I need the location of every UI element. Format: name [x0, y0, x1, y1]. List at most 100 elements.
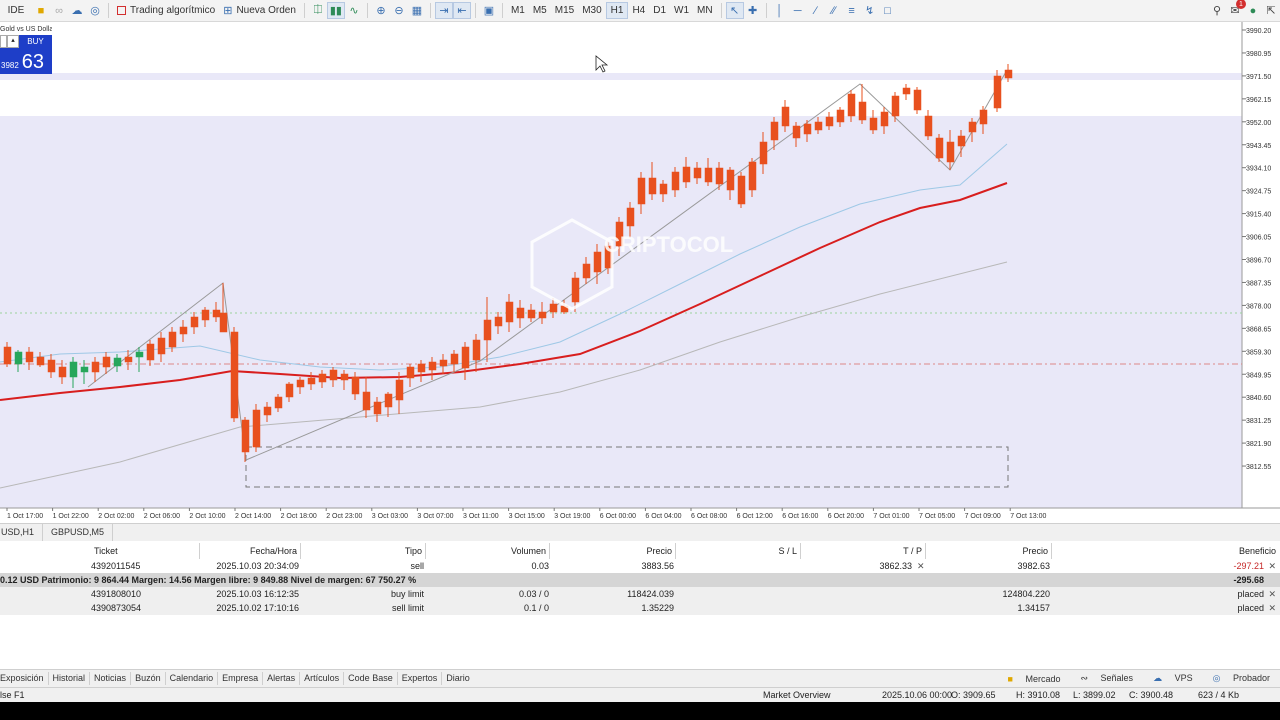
lock-icon[interactable]: ■	[32, 2, 50, 19]
order-row[interactable]: 4390873054 2025.10.02 17:10:16 sell limi…	[0, 601, 1280, 615]
market-button[interactable]: ■ Mercado	[998, 674, 1071, 684]
cloud-icon[interactable]: ☁	[68, 2, 86, 19]
fibonacci-icon[interactable]: ≡	[843, 2, 861, 19]
tab-alerts[interactable]: Alertas	[263, 672, 301, 685]
order-row[interactable]: 4391808010 2025.10.03 16:12:35 buy limit…	[0, 587, 1280, 601]
timeframe-mn[interactable]: MN	[693, 2, 717, 19]
remove-tp-icon[interactable]: ✕	[917, 559, 925, 573]
col-current-price[interactable]: Precio	[927, 543, 1052, 559]
price-label: 3952.00	[1246, 120, 1271, 127]
col-profit[interactable]: Beneficio	[1053, 543, 1277, 559]
tab-experts[interactable]: Expertos	[398, 672, 443, 685]
order-volume: 0.1 / 0	[523, 603, 549, 613]
tab-articles[interactable]: Artículos	[300, 672, 345, 685]
one-click-trading-panel[interactable]: Gold vs US Dollar ▴ BUY 3982 63	[0, 25, 52, 79]
candle-bearish	[263, 406, 272, 416]
col-ticket[interactable]: Ticket	[0, 543, 200, 559]
vertical-line-icon[interactable]: │	[771, 2, 789, 19]
notifications-icon[interactable]: ✉ 1	[1226, 0, 1246, 19]
candle-bearish	[527, 309, 536, 319]
col-time[interactable]: Fecha/Hora	[201, 543, 301, 559]
chart-tab-xauusd[interactable]: USD,H1	[0, 524, 44, 541]
timeframe-m5[interactable]: M5	[529, 2, 551, 19]
col-sl[interactable]: S / L	[677, 543, 801, 559]
shapes-icon[interactable]: ↯	[861, 2, 879, 19]
candle-bullish	[135, 351, 144, 358]
bar-chart-icon[interactable]: ⎅	[309, 2, 327, 19]
candle-bearish	[836, 109, 845, 123]
order-time: 2025.10.03 16:12:35	[216, 589, 299, 599]
status-bar: lse F1 Market Overview 2025.10.06 00:00 …	[0, 687, 1280, 703]
line-chart-icon[interactable]: ∿	[345, 2, 363, 19]
auto-scroll-icon[interactable]: ⇥	[434, 2, 453, 19]
search-icon[interactable]: ⚲	[1208, 2, 1226, 19]
crosshair-icon[interactable]: ✚	[744, 2, 762, 19]
signal-icon[interactable]: ◎	[86, 2, 104, 19]
delete-order-icon[interactable]: ✕	[1268, 587, 1276, 601]
cursor-icon[interactable]: ↖	[725, 2, 744, 19]
algo-trading-label: Trading algorítmico	[130, 5, 216, 16]
timeframe-m30[interactable]: M30	[578, 2, 605, 19]
new-order-button[interactable]: ⊞ Nueva Orden	[220, 2, 299, 19]
timeframe-h4[interactable]: H4	[628, 2, 649, 19]
tab-calendar[interactable]: Calendario	[166, 672, 219, 685]
tab-company[interactable]: Empresa	[218, 672, 264, 685]
chart-shift-icon[interactable]: ⇤	[452, 2, 471, 19]
position-tp: 3862.33	[879, 561, 912, 571]
zoom-out-icon[interactable]: ⊖	[390, 2, 408, 19]
screenshot-icon[interactable]: ▣	[480, 2, 498, 19]
ide-button[interactable]: IDE	[1, 2, 31, 19]
time-label: 6 Oct 20:00	[828, 513, 864, 520]
separator	[303, 3, 305, 18]
tab-mailbox[interactable]: Buzón	[131, 672, 166, 685]
price-label: 3878.00	[1246, 303, 1271, 310]
lot-input[interactable]	[0, 35, 7, 48]
col-type[interactable]: Tipo	[302, 543, 426, 559]
zoom-in-icon[interactable]: ⊕	[372, 2, 390, 19]
col-volume[interactable]: Volumen	[427, 543, 550, 559]
col-price[interactable]: Precio	[551, 543, 676, 559]
trendline-icon[interactable]: ∕	[807, 2, 825, 19]
position-row[interactable]: 4392011545 2025.10.03 20:34:09 sell 0.03…	[0, 559, 1280, 573]
separator	[720, 3, 722, 18]
rectangle-icon[interactable]: □	[879, 2, 897, 19]
tester-button[interactable]: ◎ Probador	[1203, 673, 1280, 684]
time-label: 6 Oct 12:00	[737, 513, 773, 520]
buy-button[interactable]: BUY	[19, 35, 52, 48]
channel-icon[interactable]: ∕∕	[825, 2, 843, 19]
price-label: 3849.95	[1246, 372, 1271, 379]
timeframe-h1[interactable]: H1	[605, 2, 629, 19]
col-tp[interactable]: T / P	[802, 543, 926, 559]
delete-order-icon[interactable]: ✕	[1268, 601, 1276, 615]
candlestick-icon[interactable]: ▮▮	[326, 2, 345, 19]
horizontal-line-icon[interactable]: ─	[789, 2, 807, 19]
timeframe-w1[interactable]: W1	[670, 2, 693, 19]
lot-up-arrow[interactable]: ▴	[7, 35, 19, 48]
price-chart[interactable]: 3990.20 3980.95 3971.50 3962.15 3952.00 3943.…	[0, 22, 1280, 522]
fullscreen-icon[interactable]: ⇱	[1262, 2, 1280, 19]
zone-band	[0, 73, 1242, 80]
candle-bearish	[792, 125, 801, 139]
tab-journal[interactable]: Diario	[442, 672, 474, 685]
time-label: 3 Oct 15:00	[509, 513, 545, 520]
algo-trading-button[interactable]: Trading algorítmico	[114, 2, 218, 19]
close-position-icon[interactable]: ✕	[1268, 559, 1276, 573]
time-label: 7 Oct 13:00	[1010, 513, 1046, 520]
chart-tab-gbpusd[interactable]: GBPUSD,M5	[43, 524, 114, 541]
signals-button[interactable]: ∾ Señales	[1070, 673, 1143, 684]
grid-icon[interactable]: ▦	[408, 2, 426, 19]
candle-bearish	[748, 161, 757, 191]
timeframe-d1[interactable]: D1	[649, 2, 670, 19]
vps-icon: ☁	[1153, 673, 1163, 683]
link-icon[interactable]: ∞	[50, 2, 68, 19]
separator	[366, 3, 368, 18]
tab-news[interactable]: Noticias	[90, 672, 132, 685]
timeframe-m15[interactable]: M15	[551, 2, 578, 19]
tab-exposure[interactable]: Exposición	[0, 672, 49, 685]
timeframe-m1[interactable]: M1	[507, 2, 529, 19]
tab-history[interactable]: Historial	[49, 672, 91, 685]
tab-code-base[interactable]: Code Base	[344, 672, 398, 685]
buy-price[interactable]: 3982 63	[0, 48, 52, 74]
chat-icon[interactable]: ●	[1244, 2, 1262, 19]
vps-button[interactable]: ☁ VPS	[1143, 673, 1203, 684]
